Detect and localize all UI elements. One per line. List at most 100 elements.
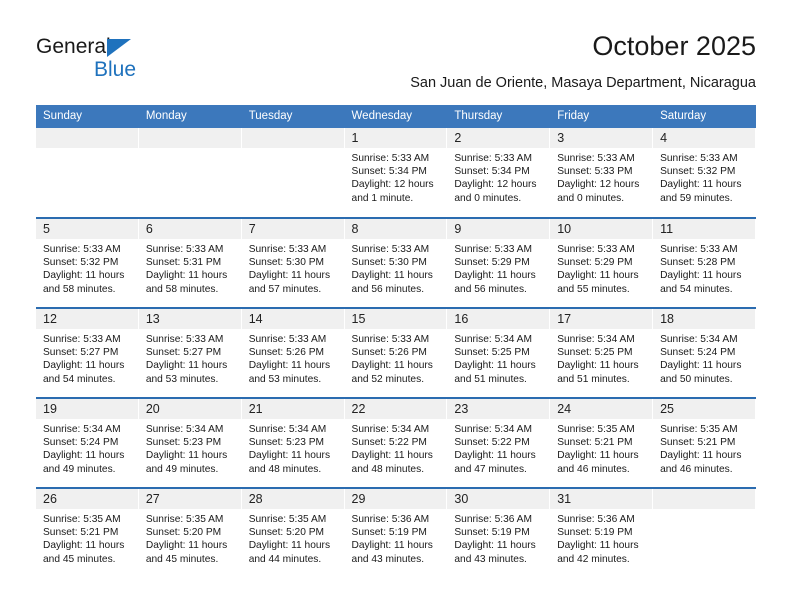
day-number: 3 [550, 128, 654, 148]
calendar-day-cell[interactable]: 28 Sunrise: 5:35 AM Sunset: 5:20 PM Dayligh… [241, 487, 345, 578]
calendar-day-cell[interactable]: 23 Sunrise: 5:34 AM Sunset: 5:22 PM Dayligh… [447, 397, 551, 488]
day-number: 15 [344, 309, 448, 329]
sunset-time: Sunset: 5:20 PM [145, 527, 222, 539]
calendar-day-cell[interactable]: 17 Sunrise: 5:34 AM Sunset: 5:25 PM Dayligh… [550, 307, 654, 398]
day-details: Sunrise: 5:34 AM Sunset: 5:24 PM Daylight:… [36, 419, 139, 476]
day-number: 19 [36, 399, 139, 419]
sunset-time: Sunset: 5:27 PM [145, 347, 222, 359]
calendar-day-cell[interactable]: 31 Sunrise: 5:36 AM Sunset: 5:19 PM Dayligh… [550, 487, 654, 578]
triangle-icon [107, 39, 131, 57]
calendar-day-cell[interactable]: 10 Sunrise: 5:33 AM Sunset: 5:29 PM Dayligh… [550, 217, 654, 308]
daylight-line-1: Daylight: 11 hours [557, 360, 639, 372]
calendar-day-cell[interactable]: 4 Sunrise: 5:33 AM Sunset: 5:32 PM Daylight… [653, 128, 756, 218]
calendar-day-cell[interactable]: 27 Sunrise: 5:35 AM Sunset: 5:20 PM Dayligh… [138, 487, 242, 578]
day-number: 6 [138, 219, 242, 239]
daylight-line-2: and 55 minutes. [557, 283, 630, 295]
calendar-day-cell[interactable]: 16 Sunrise: 5:34 AM Sunset: 5:25 PM Dayligh… [447, 307, 551, 398]
calendar-day-cell[interactable]: 11 Sunrise: 5:33 AM Sunset: 5:28 PM Dayligh… [653, 217, 756, 308]
day-number: 28 [241, 489, 345, 509]
sunset-time: Sunset: 5:24 PM [43, 437, 119, 449]
calendar-day-cell[interactable]: 19 Sunrise: 5:34 AM Sunset: 5:24 PM Dayligh… [36, 397, 139, 488]
calendar-day-cell[interactable]: 2 Sunrise: 5:33 AM Sunset: 5:34 PM Daylight… [447, 128, 551, 218]
calendar-day-cell[interactable]: 29 Sunrise: 5:36 AM Sunset: 5:19 PM Dayligh… [344, 487, 448, 578]
calendar-day-cell[interactable]: 20 Sunrise: 5:34 AM Sunset: 5:23 PM Dayligh… [138, 397, 242, 488]
daylight-line-1: Daylight: 11 hours [248, 270, 331, 282]
day-number: 5 [36, 219, 139, 239]
daylight-line-1: Daylight: 11 hours [351, 540, 433, 552]
sunrise-time: Sunrise: 5:34 AM [351, 424, 430, 435]
sunset-time: Sunset: 5:19 PM [351, 527, 427, 539]
calendar-day-cell[interactable]: 1 Sunrise: 5:33 AM Sunset: 5:34 PM Daylight… [344, 128, 448, 218]
daylight-line-1: Daylight: 11 hours [557, 270, 639, 282]
daylight-line-2: and 46 minutes. [557, 463, 630, 475]
sunrise-time: Sunrise: 5:33 AM [351, 334, 430, 345]
daylight-line-1: Daylight: 11 hours [145, 450, 228, 462]
day-number [653, 489, 756, 509]
day-number: 1 [344, 128, 448, 148]
day-details: Sunrise: 5:33 AM Sunset: 5:32 PM Daylight:… [653, 148, 756, 205]
day-details: Sunrise: 5:34 AM Sunset: 5:22 PM Daylight:… [447, 419, 550, 476]
day-details: Sunrise: 5:33 AM Sunset: 5:33 PM Daylight:… [550, 148, 653, 205]
calendar-day-cell[interactable]: 13 Sunrise: 5:33 AM Sunset: 5:27 PM Dayligh… [138, 307, 242, 398]
daylight-line-1: Daylight: 11 hours [43, 540, 125, 552]
sunset-time: Sunset: 5:19 PM [454, 527, 530, 539]
daylight-line-2: and 0 minutes. [557, 192, 625, 204]
calendar-day-cell[interactable]: 25 Sunrise: 5:35 AM Sunset: 5:21 PM Dayligh… [653, 397, 756, 488]
sunset-time: Sunset: 5:27 PM [43, 347, 119, 359]
calendar-day-cell[interactable]: 18 Sunrise: 5:34 AM Sunset: 5:24 PM Dayligh… [653, 307, 756, 398]
sunset-time: Sunset: 5:34 PM [454, 166, 530, 178]
sunrise-time: Sunrise: 5:35 AM [660, 424, 738, 435]
daylight-line-2: and 43 minutes. [351, 553, 425, 565]
calendar-day-cell[interactable]: 14 Sunrise: 5:33 AM Sunset: 5:26 PM Dayligh… [241, 307, 345, 398]
calendar-day-cell[interactable]: 12 Sunrise: 5:33 AM Sunset: 5:27 PM Dayligh… [36, 307, 139, 398]
calendar-day-cell[interactable]: 3 Sunrise: 5:33 AM Sunset: 5:33 PM Daylight… [550, 128, 654, 218]
daylight-line-2: and 58 minutes. [43, 283, 116, 295]
day-number: 2 [447, 128, 551, 148]
calendar-day-cell[interactable]: 24 Sunrise: 5:35 AM Sunset: 5:21 PM Dayligh… [550, 397, 654, 488]
sunset-time: Sunset: 5:23 PM [248, 437, 325, 449]
calendar-day-cell[interactable]: 30 Sunrise: 5:36 AM Sunset: 5:19 PM Dayligh… [447, 487, 551, 578]
sunrise-time: Sunrise: 5:35 AM [248, 514, 327, 525]
day-details: Sunrise: 5:35 AM Sunset: 5:21 PM Daylight:… [653, 419, 756, 476]
daylight-line-2: and 48 minutes. [351, 463, 425, 475]
sunrise-time: Sunrise: 5:33 AM [145, 334, 224, 345]
sunrise-time: Sunrise: 5:33 AM [248, 244, 327, 255]
sunrise-time: Sunrise: 5:34 AM [454, 334, 532, 345]
calendar-day-cell[interactable]: 26 Sunrise: 5:35 AM Sunset: 5:21 PM Dayligh… [36, 487, 139, 578]
page-title: October 2025 [592, 31, 756, 61]
daylight-line-1: Daylight: 12 hours [454, 179, 537, 191]
sunrise-time: Sunrise: 5:33 AM [660, 153, 738, 164]
calendar-day-cell[interactable]: 7 Sunrise: 5:33 AM Sunset: 5:30 PM Daylight… [241, 217, 345, 308]
calendar-day-cell[interactable]: 9 Sunrise: 5:33 AM Sunset: 5:29 PM Daylight… [447, 217, 551, 308]
sunset-time: Sunset: 5:22 PM [351, 437, 427, 449]
calendar-day-cell[interactable]: 6 Sunrise: 5:33 AM Sunset: 5:31 PM Daylight… [138, 217, 242, 308]
daylight-line-2: and 43 minutes. [454, 553, 527, 565]
weekday-header-wednesday: Wednesday [344, 105, 448, 128]
sunrise-time: Sunrise: 5:34 AM [557, 334, 635, 345]
day-number [241, 128, 345, 148]
day-number: 25 [653, 399, 756, 419]
sunset-time: Sunset: 5:32 PM [660, 166, 736, 178]
calendar-empty-cell [36, 128, 139, 218]
day-details: Sunrise: 5:33 AM Sunset: 5:32 PM Daylight:… [36, 239, 139, 296]
calendar-header-row: Sunday Monday Tuesday Wednesday Thursday Frid… [36, 105, 756, 128]
sunrise-time: Sunrise: 5:33 AM [660, 244, 738, 255]
calendar-day-cell[interactable]: 15 Sunrise: 5:33 AM Sunset: 5:26 PM Dayligh… [344, 307, 448, 398]
daylight-line-2: and 45 minutes. [145, 553, 219, 565]
daylight-line-2: and 0 minutes. [454, 192, 522, 204]
general-blue-logo[interactable]: General Blue [36, 34, 216, 90]
calendar-day-cell[interactable]: 8 Sunrise: 5:33 AM Sunset: 5:30 PM Daylight… [344, 217, 448, 308]
sunrise-time: Sunrise: 5:34 AM [43, 424, 121, 435]
calendar-day-cell[interactable]: 22 Sunrise: 5:34 AM Sunset: 5:22 PM Dayligh… [344, 397, 448, 488]
daylight-line-2: and 53 minutes. [145, 373, 219, 385]
daylight-line-1: Daylight: 11 hours [454, 540, 536, 552]
daylight-line-2: and 48 minutes. [248, 463, 322, 475]
sunrise-time: Sunrise: 5:33 AM [248, 334, 327, 345]
daylight-line-1: Daylight: 11 hours [351, 450, 433, 462]
calendar-day-cell[interactable]: 5 Sunrise: 5:33 AM Sunset: 5:32 PM Daylight… [36, 217, 139, 308]
daylight-line-1: Daylight: 11 hours [351, 270, 433, 282]
weekday-headers: Sunday Monday Tuesday Wednesday Thursday Frid… [36, 105, 756, 128]
calendar-page: General Blue October 2025 San Juan de Or… [0, 0, 792, 612]
day-number: 11 [653, 219, 756, 239]
calendar-day-cell[interactable]: 21 Sunrise: 5:34 AM Sunset: 5:23 PM Dayligh… [241, 397, 345, 488]
